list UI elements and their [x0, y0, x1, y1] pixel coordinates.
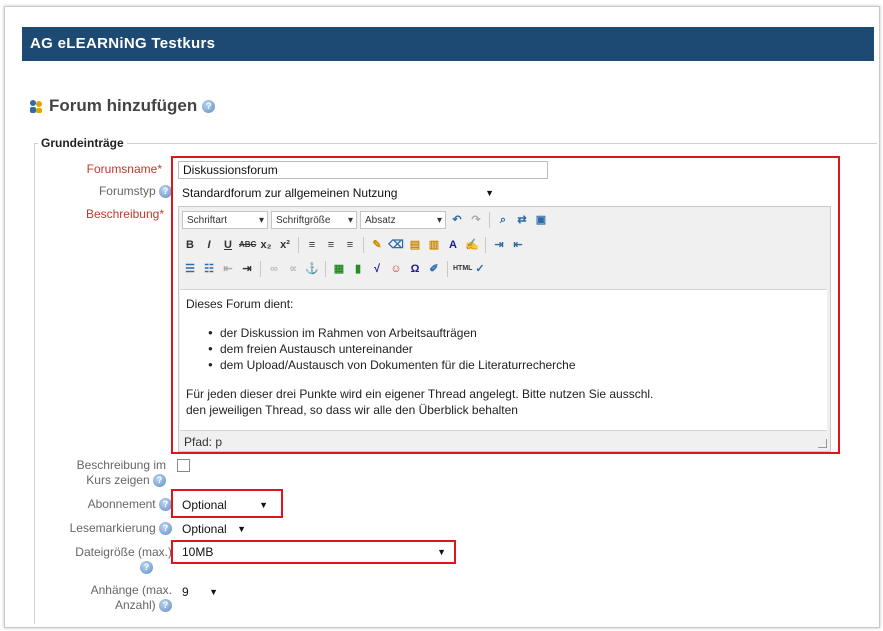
highlight-box-dateigroesse [171, 540, 456, 564]
forum-icon [30, 100, 42, 113]
chevron-down-icon: ▼ [237, 524, 246, 534]
forumstyp-label: Forumstyp ? [40, 184, 172, 199]
beschreibung-label: Beschreibung* [40, 207, 164, 221]
highlight-box-name-description [171, 156, 840, 454]
anhaenge-value: 9 [182, 585, 189, 599]
beschreibung-label-text: Beschreibung [85, 207, 160, 221]
forumsname-label-text: Forumsname [86, 162, 158, 176]
lesemarkierung-select[interactable]: Optional ▼ [178, 520, 252, 538]
help-icon[interactable]: ? [202, 99, 216, 113]
dateigroesse-label-text: Dateigröße (max.) [75, 545, 172, 559]
lesemarkierung-value: Optional [182, 522, 227, 536]
beschreibung-zeigen-label-line2: Kurs zeigen [86, 473, 150, 487]
page-title-text: Forum hinzufügen [49, 96, 198, 115]
beschreibung-zeigen-checkbox[interactable] [177, 459, 190, 472]
course-header: AG eLEARNiNG Testkurs [22, 27, 874, 61]
lesemarkierung-help-icon[interactable]: ? [159, 522, 172, 536]
anhaenge-label-line1: Anhänge (max. [90, 583, 172, 597]
anhaenge-label: Anhänge (max. Anzahl) ? [40, 583, 172, 613]
beschreibung-zeigen-label: Beschreibung im Kurs zeigen ? [40, 458, 166, 488]
required-star: * [159, 207, 164, 221]
forumstyp-label-text: Forumstyp [98, 184, 156, 198]
beschreibung-zeigen-help-icon[interactable]: ? [153, 474, 166, 488]
chevron-down-icon: ▼ [209, 587, 218, 597]
abonnement-label: Abonnement ? [40, 497, 172, 512]
anhaenge-help-icon[interactable]: ? [159, 599, 172, 613]
beschreibung-zeigen-label-line1: Beschreibung im [76, 458, 166, 472]
abonnement-label-text: Abonnement [87, 497, 156, 511]
lesemarkierung-label: Lesemarkierung ? [40, 521, 172, 536]
anhaenge-select[interactable]: 9 ▼ [178, 583, 224, 601]
forumsname-label: Forumsname* [40, 162, 162, 176]
fieldset-legend: Grundeinträge [38, 136, 127, 150]
required-star: * [157, 162, 162, 176]
anhaenge-label-line2: Anzahl) [114, 598, 156, 612]
lesemarkierung-label-text: Lesemarkierung [69, 521, 156, 535]
page-title: Forum hinzufügen ? [28, 96, 216, 116]
highlight-box-abonnement [171, 489, 283, 518]
dateigroesse-label: Dateigröße (max.) ? [40, 545, 172, 575]
dateigroesse-help-icon[interactable]: ? [140, 561, 153, 575]
